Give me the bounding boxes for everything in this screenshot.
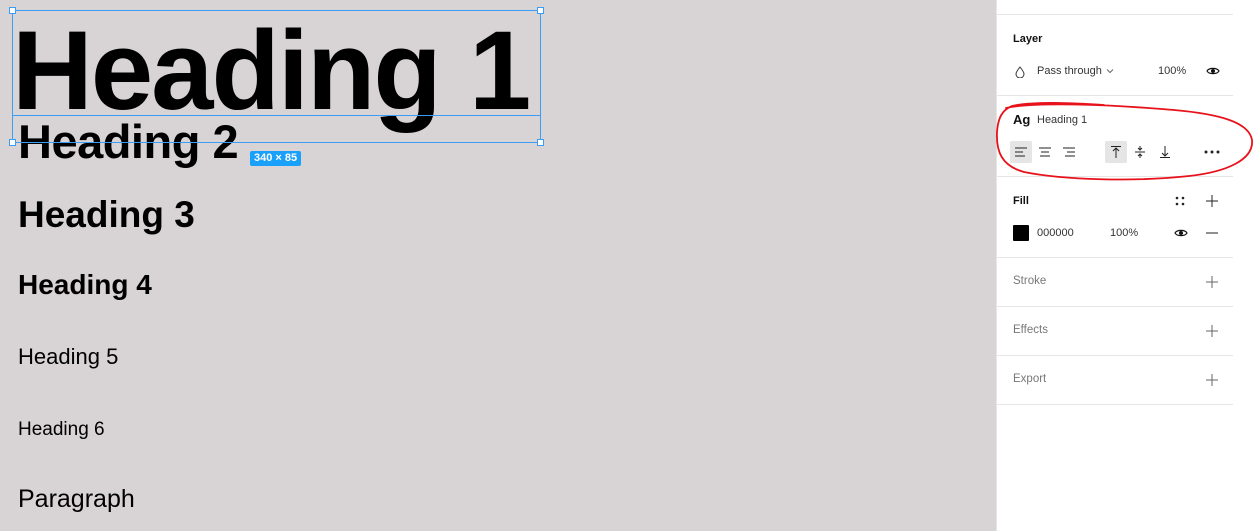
properties-panel: Layer Pass through 100% Ag Heading 1 Fil… (996, 0, 1233, 531)
layer-opacity-input[interactable]: 100% (1158, 65, 1186, 77)
text-heading-6[interactable]: Heading 6 (18, 420, 105, 439)
fill-hex-input[interactable]: 000000 (1037, 227, 1074, 239)
selection-size-badge: 340 × 85 (250, 151, 302, 166)
text-baseline-guide (12, 115, 541, 116)
add-stroke-plus-icon[interactable] (1205, 275, 1219, 289)
export-title: Export (1013, 373, 1047, 385)
add-effect-plus-icon[interactable] (1205, 324, 1219, 338)
text-heading-5[interactable]: Heading 5 (18, 346, 118, 368)
resize-handle-bottom-left[interactable] (9, 139, 16, 146)
eye-icon[interactable] (1173, 226, 1189, 240)
eye-icon[interactable] (1205, 64, 1221, 78)
droplet-icon (1013, 65, 1027, 79)
align-right-icon[interactable] (1058, 141, 1080, 163)
blend-mode-value: Pass through (1037, 65, 1102, 77)
add-fill-plus-icon[interactable] (1205, 194, 1219, 208)
design-canvas[interactable]: Heading 1 Heading 2 Heading 3 Heading 4 … (0, 0, 996, 531)
chevron-down-icon (1106, 65, 1114, 77)
align-left-icon[interactable] (1010, 141, 1032, 163)
text-section: Ag Heading 1 (997, 96, 1233, 177)
align-middle-icon[interactable] (1129, 141, 1151, 163)
blend-mode-dropdown[interactable]: Pass through (1037, 65, 1114, 77)
text-heading-2[interactable]: Heading 2 (18, 118, 239, 165)
add-export-plus-icon[interactable] (1205, 373, 1219, 387)
panel-top-divider (997, 0, 1233, 15)
text-style-name[interactable]: Heading 1 (1037, 114, 1087, 126)
fill-section: Fill 000000 100% (997, 177, 1233, 258)
effects-title: Effects (1013, 324, 1048, 336)
align-bottom-icon[interactable] (1154, 141, 1176, 163)
align-top-icon[interactable] (1105, 141, 1127, 163)
resize-handle-bottom-right[interactable] (537, 139, 544, 146)
stroke-section: Stroke (997, 258, 1233, 307)
align-center-icon[interactable] (1034, 141, 1056, 163)
resize-handle-top-left[interactable] (9, 7, 16, 14)
effects-section: Effects (997, 307, 1233, 356)
export-section: Export (997, 356, 1233, 405)
text-heading-1[interactable]: Heading 1 (12, 15, 531, 127)
remove-fill-minus-icon[interactable] (1205, 226, 1219, 240)
text-heading-3[interactable]: Heading 3 (18, 196, 195, 233)
layer-title: Layer (1013, 33, 1043, 45)
layer-section: Layer Pass through 100% (997, 15, 1233, 96)
text-heading-4[interactable]: Heading 4 (18, 271, 152, 299)
style-grid-icon[interactable] (1173, 194, 1187, 208)
text-style-ag-icon: Ag (1013, 112, 1031, 127)
resize-handle-top-right[interactable] (537, 7, 544, 14)
fill-title: Fill (1013, 195, 1029, 207)
text-paragraph[interactable]: Paragraph (18, 487, 135, 512)
fill-color-swatch[interactable] (1013, 225, 1029, 241)
stroke-title: Stroke (1013, 275, 1047, 287)
more-icon[interactable] (1201, 141, 1223, 163)
fill-opacity-input[interactable]: 100% (1110, 227, 1138, 239)
